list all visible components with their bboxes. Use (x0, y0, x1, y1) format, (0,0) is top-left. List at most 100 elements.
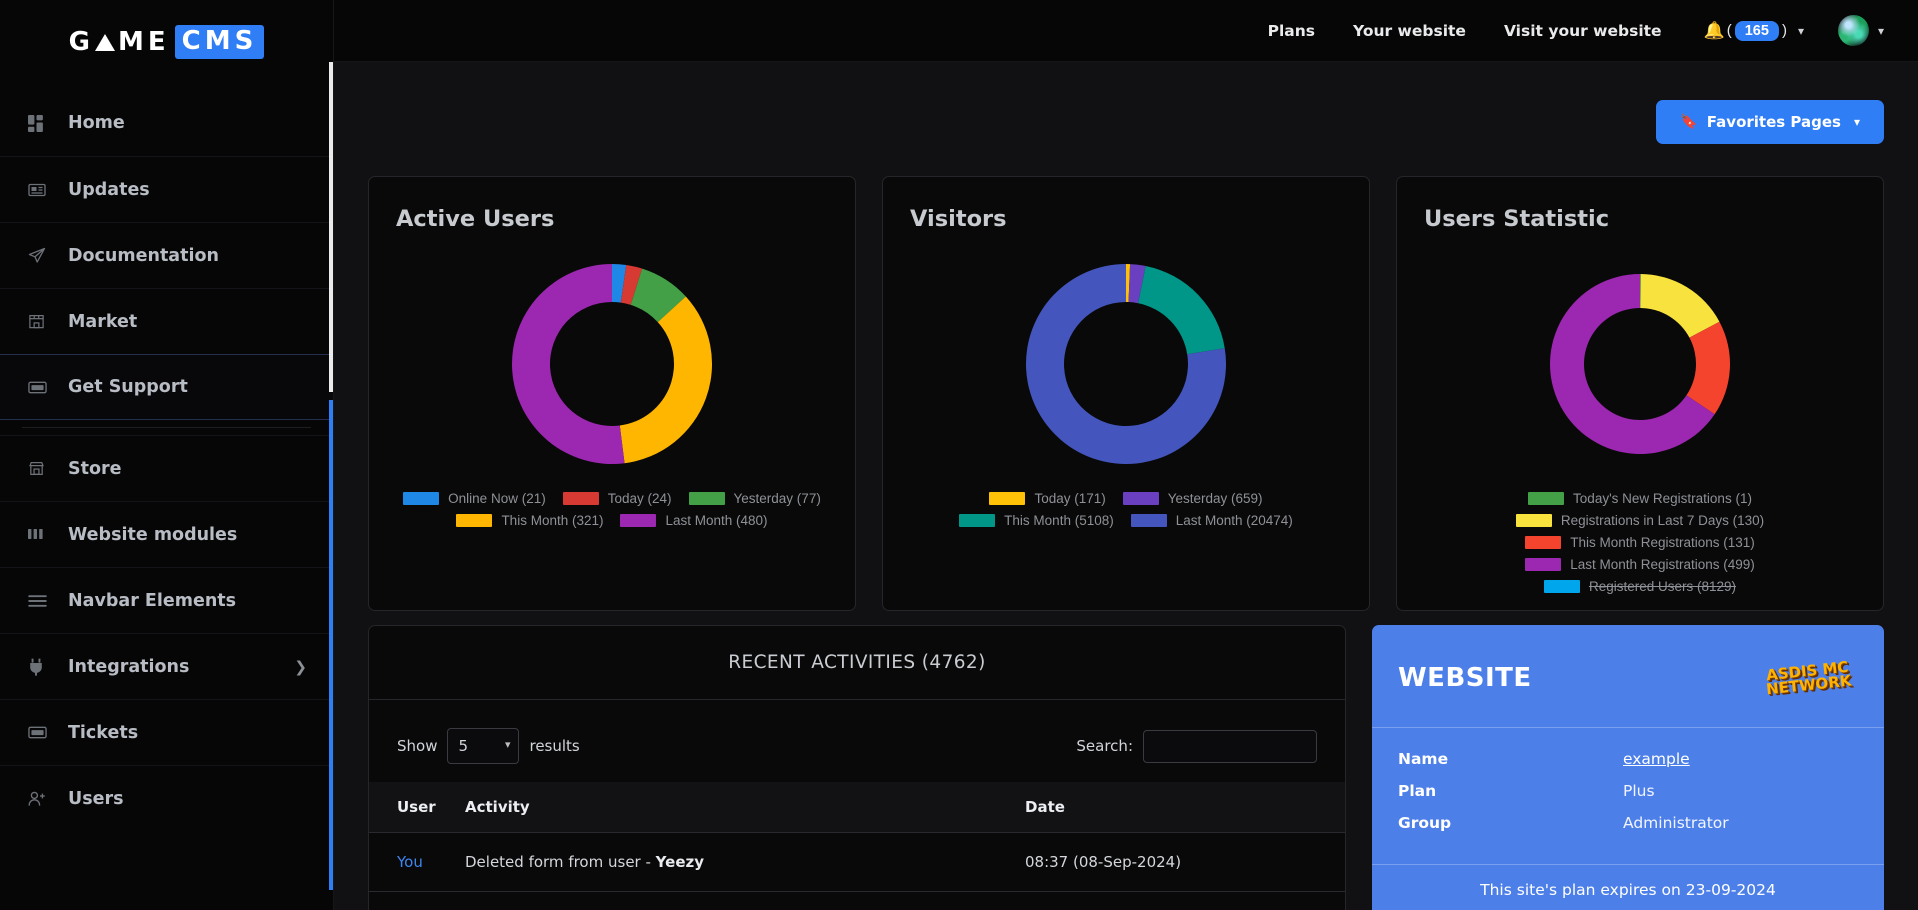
bookmark-icon: 🔖 (1680, 114, 1698, 130)
legend-label: Registered Users (8129) (1588, 579, 1737, 594)
website-detail-row: Name example (1398, 750, 1858, 768)
user-link[interactable]: You (397, 853, 423, 871)
recent-activities-title: RECENT ACTIVITIES (4762) (369, 626, 1345, 700)
news-icon (28, 182, 54, 198)
cell-date: 08:37 (08-Sep-2024) (1025, 891, 1345, 910)
legend-swatch (1543, 580, 1580, 593)
legend-label: Online Now (21) (448, 491, 546, 506)
column-header-activity[interactable]: Activity (465, 782, 1025, 833)
legend-swatch (1525, 558, 1562, 571)
page-size-select[interactable]: 5102550100 (447, 728, 520, 764)
sidebar-item-users[interactable]: Users (0, 765, 333, 831)
legend-swatch (403, 492, 440, 505)
legend-item[interactable]: Today's New Registrations (1) (1528, 491, 1752, 506)
favorites-pages-button[interactable]: 🔖 Favorites Pages ▾ (1656, 100, 1884, 144)
legend-swatch (1515, 514, 1552, 527)
sidebar-item-navbar-elements[interactable]: Navbar Elements (0, 567, 333, 633)
page-content: 🔖 Favorites Pages ▾ Active Users Online N… (334, 62, 1918, 910)
donut-chart[interactable] (1397, 236, 1883, 491)
sidebar-item-website-modules[interactable]: Website modules (0, 501, 333, 567)
sidebar-item-home[interactable]: Home (0, 90, 333, 156)
modules-icon (28, 527, 54, 542)
sidebar-item-documentation[interactable]: Documentation (0, 222, 333, 288)
bottom-row: RECENT ACTIVITIES (4762) Show 5102550100… (368, 625, 1884, 910)
cell-date: 08:37 (08-Sep-2024) (1025, 832, 1345, 892)
sidebar-scrollbar-thumb[interactable] (329, 400, 333, 890)
cell-activity: Deleted form from user - Yeezy (465, 891, 1025, 910)
activities-table-body: You Deleted form from user - Yeezy 08:37 (… (369, 832, 1345, 910)
legend-swatch (456, 514, 493, 527)
legend-item[interactable]: Today (171) (989, 491, 1106, 506)
grid-icon (28, 114, 54, 132)
legend-item[interactable]: Last Month (480) (620, 513, 768, 528)
notification-count-badge: 165 (1734, 20, 1779, 41)
legend-item[interactable]: Today (24) (562, 491, 672, 506)
website-detail-value-text: Plus (1623, 782, 1655, 800)
table-row: YouDeleted form from user - Yeezy08:37 (… (369, 832, 1345, 892)
legend-item[interactable]: This Month Registrations (131) (1525, 535, 1755, 550)
favorites-pages-label: Favorites Pages (1706, 113, 1841, 131)
store-icon (28, 313, 54, 330)
website-detail-key: Name (1398, 750, 1449, 768)
legend-item[interactable]: Online Now (21) (403, 491, 546, 506)
legend-label: Last Month (20474) (1175, 513, 1293, 528)
legend-item[interactable]: This Month (5108) (959, 513, 1114, 528)
brand-logo[interactable]: G ME CMS (0, 0, 333, 84)
chart-legend: Today (171) Yesterday (659) This Month (51… (883, 491, 1369, 544)
legend-item[interactable]: Registrations in Last 7 Days (130) (1515, 513, 1764, 528)
legend-swatch (620, 514, 657, 527)
legend-item[interactable]: Yesterday (659) (1122, 491, 1263, 506)
column-header-user[interactable]: User (369, 782, 465, 833)
website-card-details: Name example Plan Plus Group Administrator (1372, 728, 1884, 864)
nav-link-your-website[interactable]: Your website (1353, 22, 1466, 40)
table-header-row: User Activity Date (369, 782, 1345, 833)
chevron-down-icon: ▾ (1853, 115, 1860, 129)
legend-swatch (688, 492, 725, 505)
sidebar-item-integrations[interactable]: Integrations ❯ (0, 633, 333, 699)
notifications-button[interactable]: 🔔 ( 165 ) ▾ (1704, 20, 1804, 41)
legend-label: This Month Registrations (131) (1570, 535, 1755, 550)
table-row: YouDeleted form from user - Yeezy08:37 (… (369, 891, 1345, 910)
website-detail-value: example (1623, 750, 1690, 768)
account-chevron-down-icon[interactable]: ▾ (1878, 24, 1884, 38)
chevron-right-icon[interactable]: ❯ (294, 658, 307, 676)
cell-activity: Deleted form from user - Yeezy (465, 832, 1025, 892)
legend-item[interactable]: Yesterday (77) (688, 491, 821, 506)
brand-logo-cms: CMS (174, 25, 265, 59)
sidebar-scrollbar-upper[interactable] (329, 62, 333, 392)
sidebar-item-updates[interactable]: Updates (0, 156, 333, 222)
sidebar-item-label: Documentation (68, 245, 219, 266)
legend-item[interactable]: Last Month (20474) (1130, 513, 1293, 528)
column-header-date[interactable]: Date (1025, 782, 1345, 833)
nav-link-plans[interactable]: Plans (1268, 22, 1315, 40)
website-detail-value-text: Administrator (1623, 814, 1729, 832)
website-detail-value: Plus (1623, 782, 1655, 800)
website-detail-value-text[interactable]: example (1623, 750, 1690, 768)
legend-item[interactable]: Registered Users (8129) (1543, 579, 1737, 594)
chart-legend: Today's New Registrations (1) Registratio… (1397, 491, 1883, 610)
activity-target: Yeezy (655, 853, 705, 871)
sidebar-item-get-support[interactable]: Get Support (0, 354, 333, 420)
activity-text: Deleted form from user - (465, 853, 656, 871)
sidebar-item-tickets[interactable]: Tickets (0, 699, 333, 765)
brand-logo-me: ME (118, 27, 170, 57)
search-input[interactable] (1143, 729, 1317, 763)
avatar[interactable] (1837, 15, 1869, 46)
sidebar-item-store[interactable]: Store (0, 435, 333, 501)
legend-label: Yesterday (77) (733, 491, 821, 506)
chevron-down-icon[interactable]: ▾ (1798, 24, 1804, 38)
website-detail-key: Plan (1398, 782, 1437, 800)
chart-title: Users Statistic (1424, 206, 1610, 232)
notification-paren-close: ) (1781, 22, 1787, 39)
nav-link-visit-your-website[interactable]: Visit your website (1504, 22, 1662, 40)
legend-swatch (1130, 514, 1167, 527)
sidebar-item-market[interactable]: Market (0, 288, 333, 354)
donut-chart[interactable] (883, 236, 1369, 491)
legend-item[interactable]: This Month (321) (456, 513, 603, 528)
website-detail-value: Administrator (1623, 814, 1729, 832)
cell-user: You (369, 891, 465, 910)
chart-title: Visitors (910, 206, 1007, 232)
legend-swatch (1122, 492, 1159, 505)
donut-chart[interactable] (369, 236, 855, 491)
legend-item[interactable]: Last Month Registrations (499) (1525, 557, 1755, 572)
